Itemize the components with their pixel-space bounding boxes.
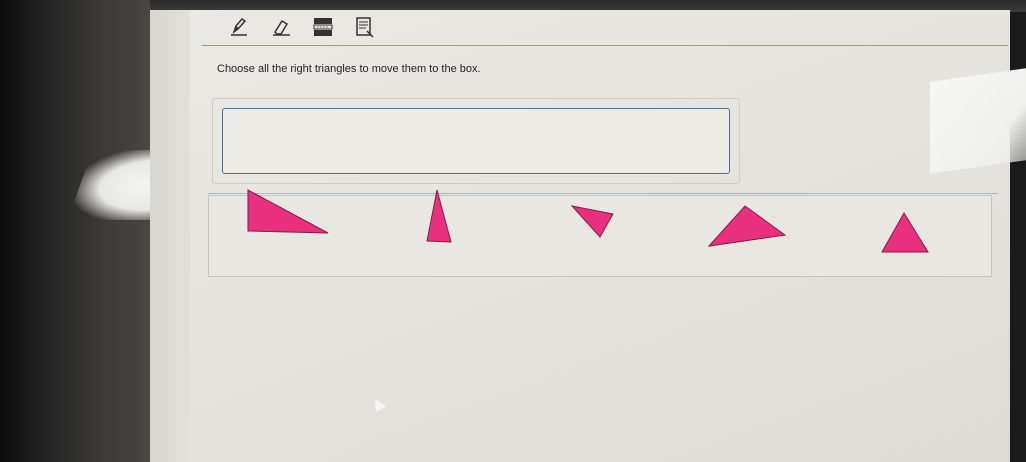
- triangle-layer: [247, 189, 929, 253]
- triangle-3[interactable]: [570, 205, 614, 238]
- triangle-2[interactable]: [426, 189, 452, 243]
- triangle-1[interactable]: [247, 189, 329, 234]
- triangle-4[interactable]: [707, 205, 787, 247]
- triangle-5[interactable]: [881, 212, 929, 253]
- screen-glare-right: [930, 68, 1026, 174]
